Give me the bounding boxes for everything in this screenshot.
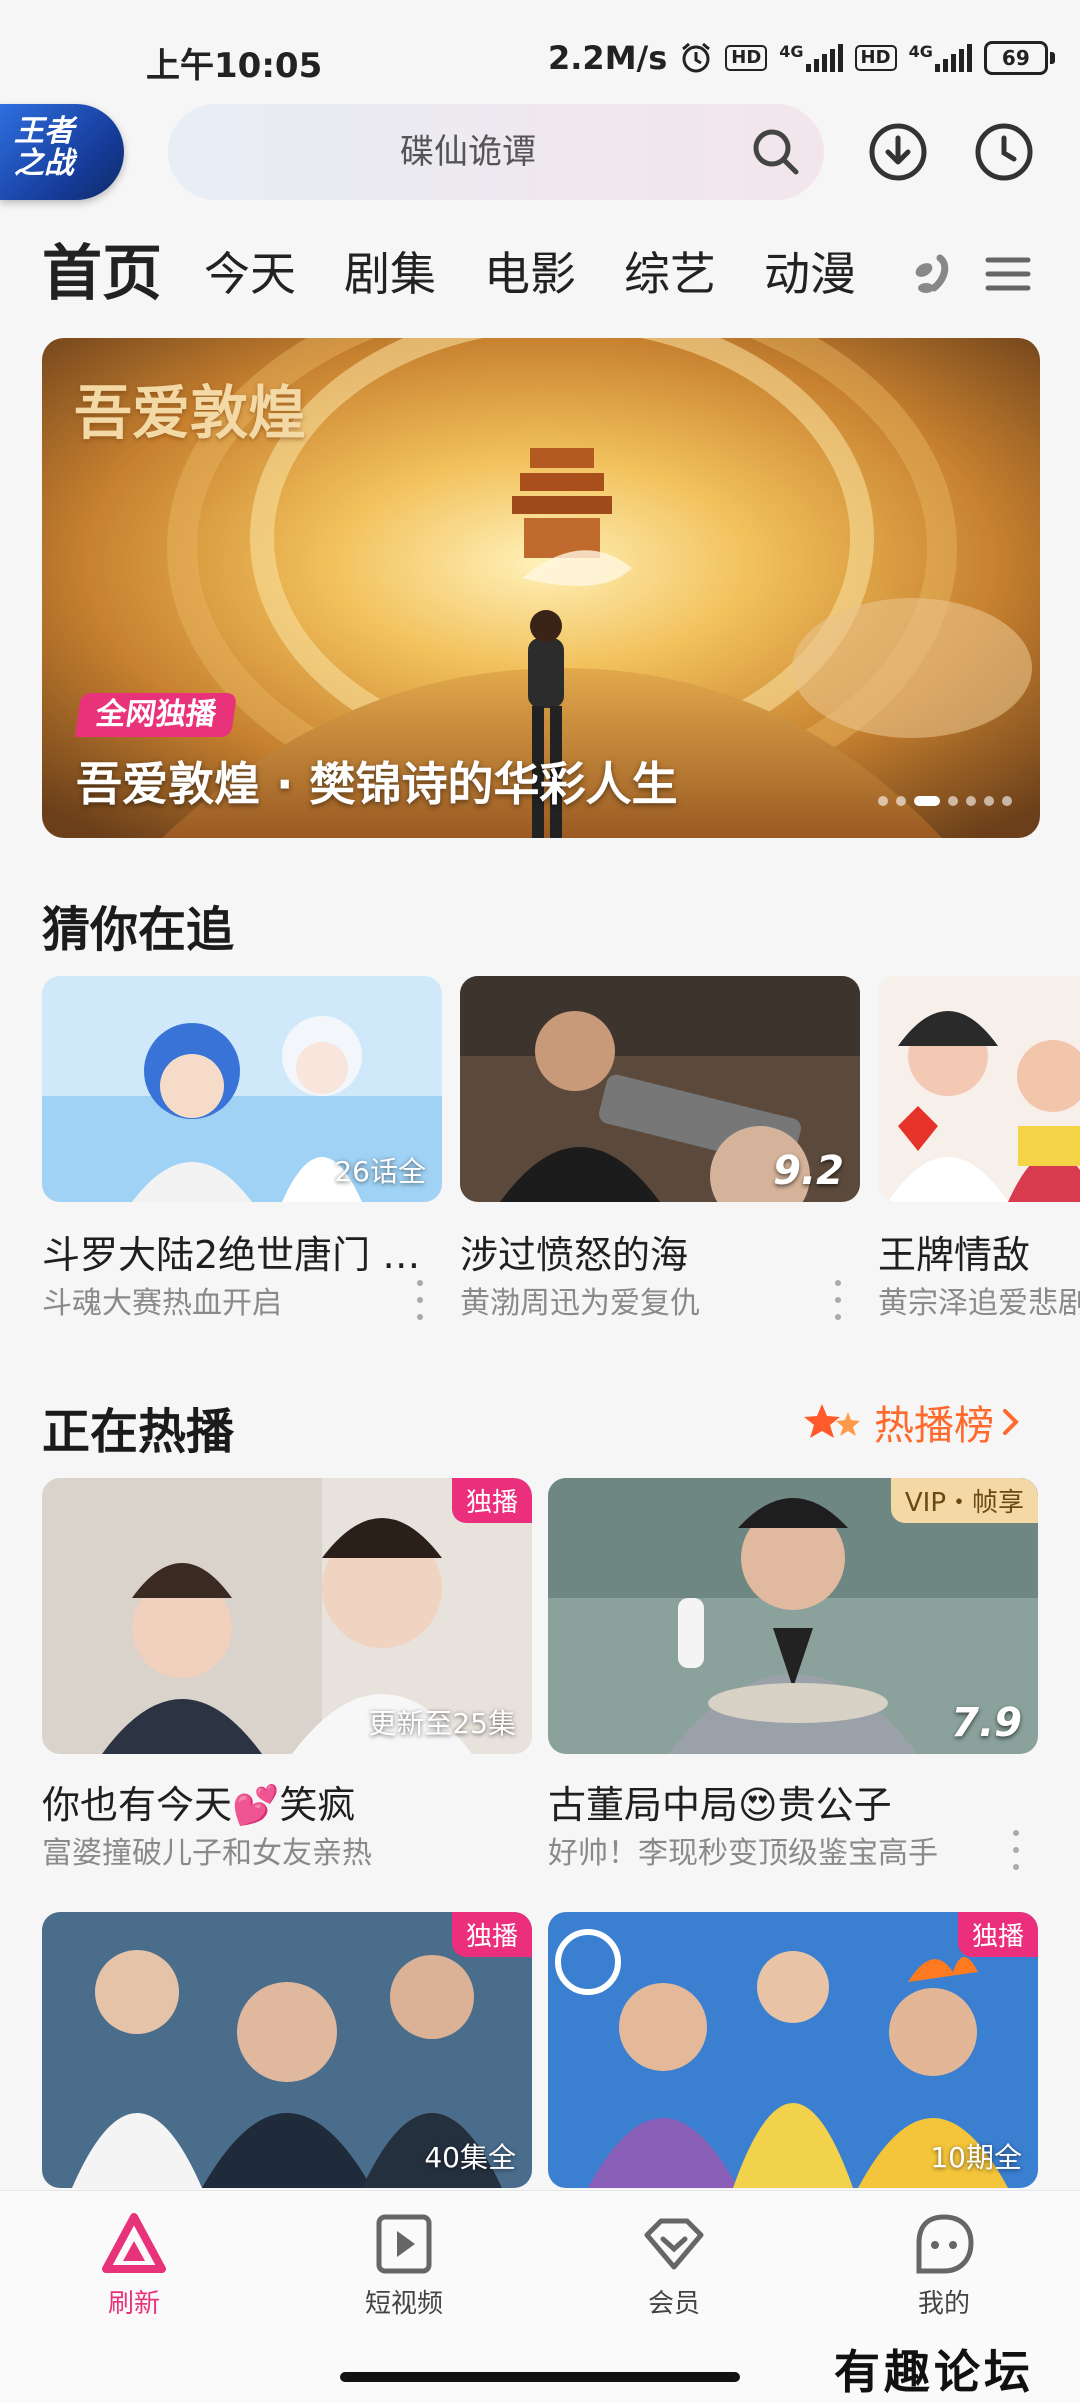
tab-today[interactable]: 今天 (204, 228, 296, 320)
search-placeholder: 碟仙诡谭 (400, 132, 536, 172)
signal-bars-icon (805, 44, 843, 72)
leaf-icon[interactable] (906, 246, 962, 302)
net-type-1: 4G (779, 42, 804, 61)
banner-title: 吾爱敦煌 · 樊锦诗的华彩人生 (76, 757, 678, 811)
following-thumb-2[interactable]: 9.2 (460, 976, 860, 1202)
app-logo-badge[interactable]: 王者之战 (0, 104, 124, 200)
following-subtitle-2: 黄渤周迅为爱复仇 (460, 1286, 700, 1321)
bottom-nav-label: 刷新 (107, 2289, 160, 2319)
signal-bars-icon (934, 44, 972, 72)
tab-anime[interactable]: 动漫 (764, 228, 856, 320)
comedy-thumbnail (878, 976, 1080, 1202)
bottom-nav-short-video[interactable]: 短视频 (334, 2211, 474, 2320)
more-options-icon[interactable] (1012, 1830, 1020, 1870)
hero-banner[interactable]: 吾爱敦煌 全网独播 吾爱敦煌 · 樊锦诗的华彩人生 (42, 338, 1040, 838)
download-icon[interactable] (866, 120, 930, 184)
hot-thumb-3[interactable]: 独播 40集全 (42, 1912, 532, 2188)
hot-rank-label: 热播榜 (874, 1403, 994, 1449)
following-section-title: 猜你在追 (42, 902, 235, 958)
exclusive-badge: 独播 (957, 1912, 1038, 1957)
following-title-1[interactable]: 斗罗大陆2绝世唐门 … (42, 1224, 432, 1279)
status-time: 上午10:05 (146, 46, 323, 86)
exclusive-badge: 独播 (451, 1478, 532, 1523)
more-options-icon[interactable] (416, 1280, 424, 1320)
short-video-icon (376, 2214, 432, 2274)
bottom-nav-label: 短视频 (364, 2289, 443, 2319)
rating-score: 7.9 (951, 1700, 1022, 1746)
tab-series[interactable]: 剧集 (344, 228, 436, 320)
tab-home[interactable]: 首页 (42, 228, 162, 320)
vip-diamond-icon (644, 2218, 704, 2270)
hd-badge-1: HD (725, 45, 768, 71)
banner-logo-text: 吾爱敦煌 (74, 379, 307, 447)
network-speed: 2.2M/s (548, 39, 668, 77)
battery-level: 69 (983, 41, 1048, 75)
episode-count: 26话全 (334, 1155, 426, 1188)
profile-icon (916, 2214, 974, 2274)
search-bar[interactable]: 碟仙诡谭 (168, 104, 824, 200)
history-clock-icon[interactable] (972, 120, 1036, 184)
hot-rank-icon (804, 1404, 860, 1438)
bottom-nav-label: 会员 (647, 2289, 700, 2319)
forum-watermark: 有趣论坛 (834, 2345, 1034, 2399)
chevron-right-icon (1003, 1409, 1019, 1435)
signal-2: 4G (909, 44, 972, 72)
hot-thumb-1[interactable]: 独播 更新至25集 (42, 1478, 532, 1754)
bottom-nav-refresh[interactable]: 刷新 (64, 2211, 204, 2320)
hot-title-1[interactable]: 你也有今天💕笑疯 (42, 1774, 522, 1829)
hd-badge-2: HD (854, 45, 897, 71)
vip-badge: VIP・帧享 (890, 1478, 1038, 1523)
following-title-2[interactable]: 涉过愤怒的海 (460, 1224, 850, 1279)
following-subtitle-1: 斗魂大赛热血开启 (42, 1286, 282, 1321)
hot-subtitle-2: 好帅！李现秒变顶级鉴宝高手 (548, 1836, 938, 1871)
hot-section-title: 正在热播 (42, 1404, 235, 1460)
following-thumb-1[interactable]: 26话全 (42, 976, 442, 1202)
home-indicator[interactable] (340, 2372, 740, 2382)
following-subtitle-3: 黄宗泽追爱悲剧 (878, 1286, 1080, 1321)
hot-title-2[interactable]: 古董局中局😍贵公子 (548, 1774, 1028, 1829)
alarm-icon (682, 42, 711, 73)
episode-count: 10期全 (930, 2141, 1022, 2174)
menu-icon[interactable] (980, 246, 1036, 302)
logo-text: 王者之战 (14, 114, 74, 181)
hot-subtitle-1: 富婆撞破儿子和女友亲热 (42, 1836, 372, 1871)
refresh-triangle-icon (102, 2213, 166, 2273)
status-bar: 上午10:05 2.2M/s HD 4G HD 4G 69 (0, 0, 1080, 110)
bottom-nav-label: 我的 (917, 2289, 970, 2319)
tab-variety[interactable]: 综艺 (624, 228, 716, 320)
signal-1: 4G (779, 42, 843, 72)
tab-movies[interactable]: 电影 (484, 228, 576, 320)
bottom-nav-vip[interactable]: 会员 (604, 2211, 744, 2320)
exclusive-badge: 独播 (451, 1912, 532, 1957)
banner-badge: 全网独播 (74, 693, 238, 737)
more-options-icon[interactable] (834, 1280, 842, 1320)
following-title-3[interactable]: 王牌情敌 (878, 1224, 1080, 1279)
rating-score: 9.2 (773, 1148, 844, 1194)
status-right: 2.2M/s HD 4G HD 4G 69 (548, 36, 1055, 80)
carousel-indicator (878, 796, 1012, 806)
battery-icon: 69 (983, 41, 1055, 75)
following-thumb-3[interactable] (878, 976, 1080, 1202)
search-icon[interactable] (748, 124, 804, 180)
bottom-nav-profile[interactable]: 我的 (874, 2211, 1014, 2320)
hot-thumb-4[interactable]: 独播 10期全 (548, 1912, 1038, 2188)
episode-update: 更新至25集 (368, 1707, 516, 1740)
hot-rank-link[interactable]: 热播榜 (802, 1394, 1022, 1450)
hot-thumb-2[interactable]: VIP・帧享 7.9 (548, 1478, 1038, 1754)
episode-count: 40集全 (424, 2141, 516, 2174)
net-type-2: 4G (908, 42, 933, 61)
category-tabs: 首页 今天 剧集 电影 综艺 动漫 (0, 228, 1080, 320)
